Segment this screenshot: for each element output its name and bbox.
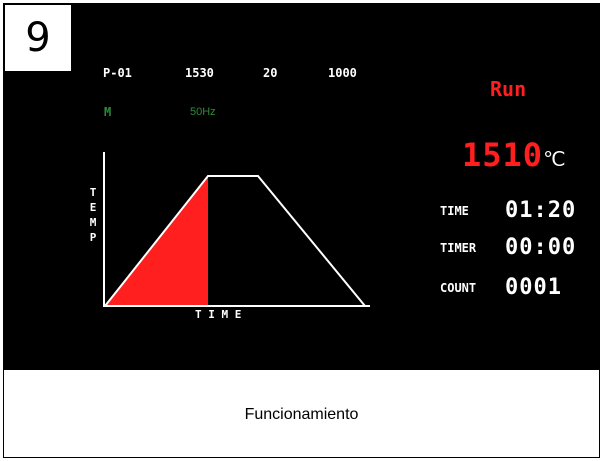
x-axis-label: T I M E — [195, 308, 242, 321]
y-axis-label: TEMP — [89, 186, 97, 244]
figure-caption: Funcionamiento — [244, 406, 359, 423]
